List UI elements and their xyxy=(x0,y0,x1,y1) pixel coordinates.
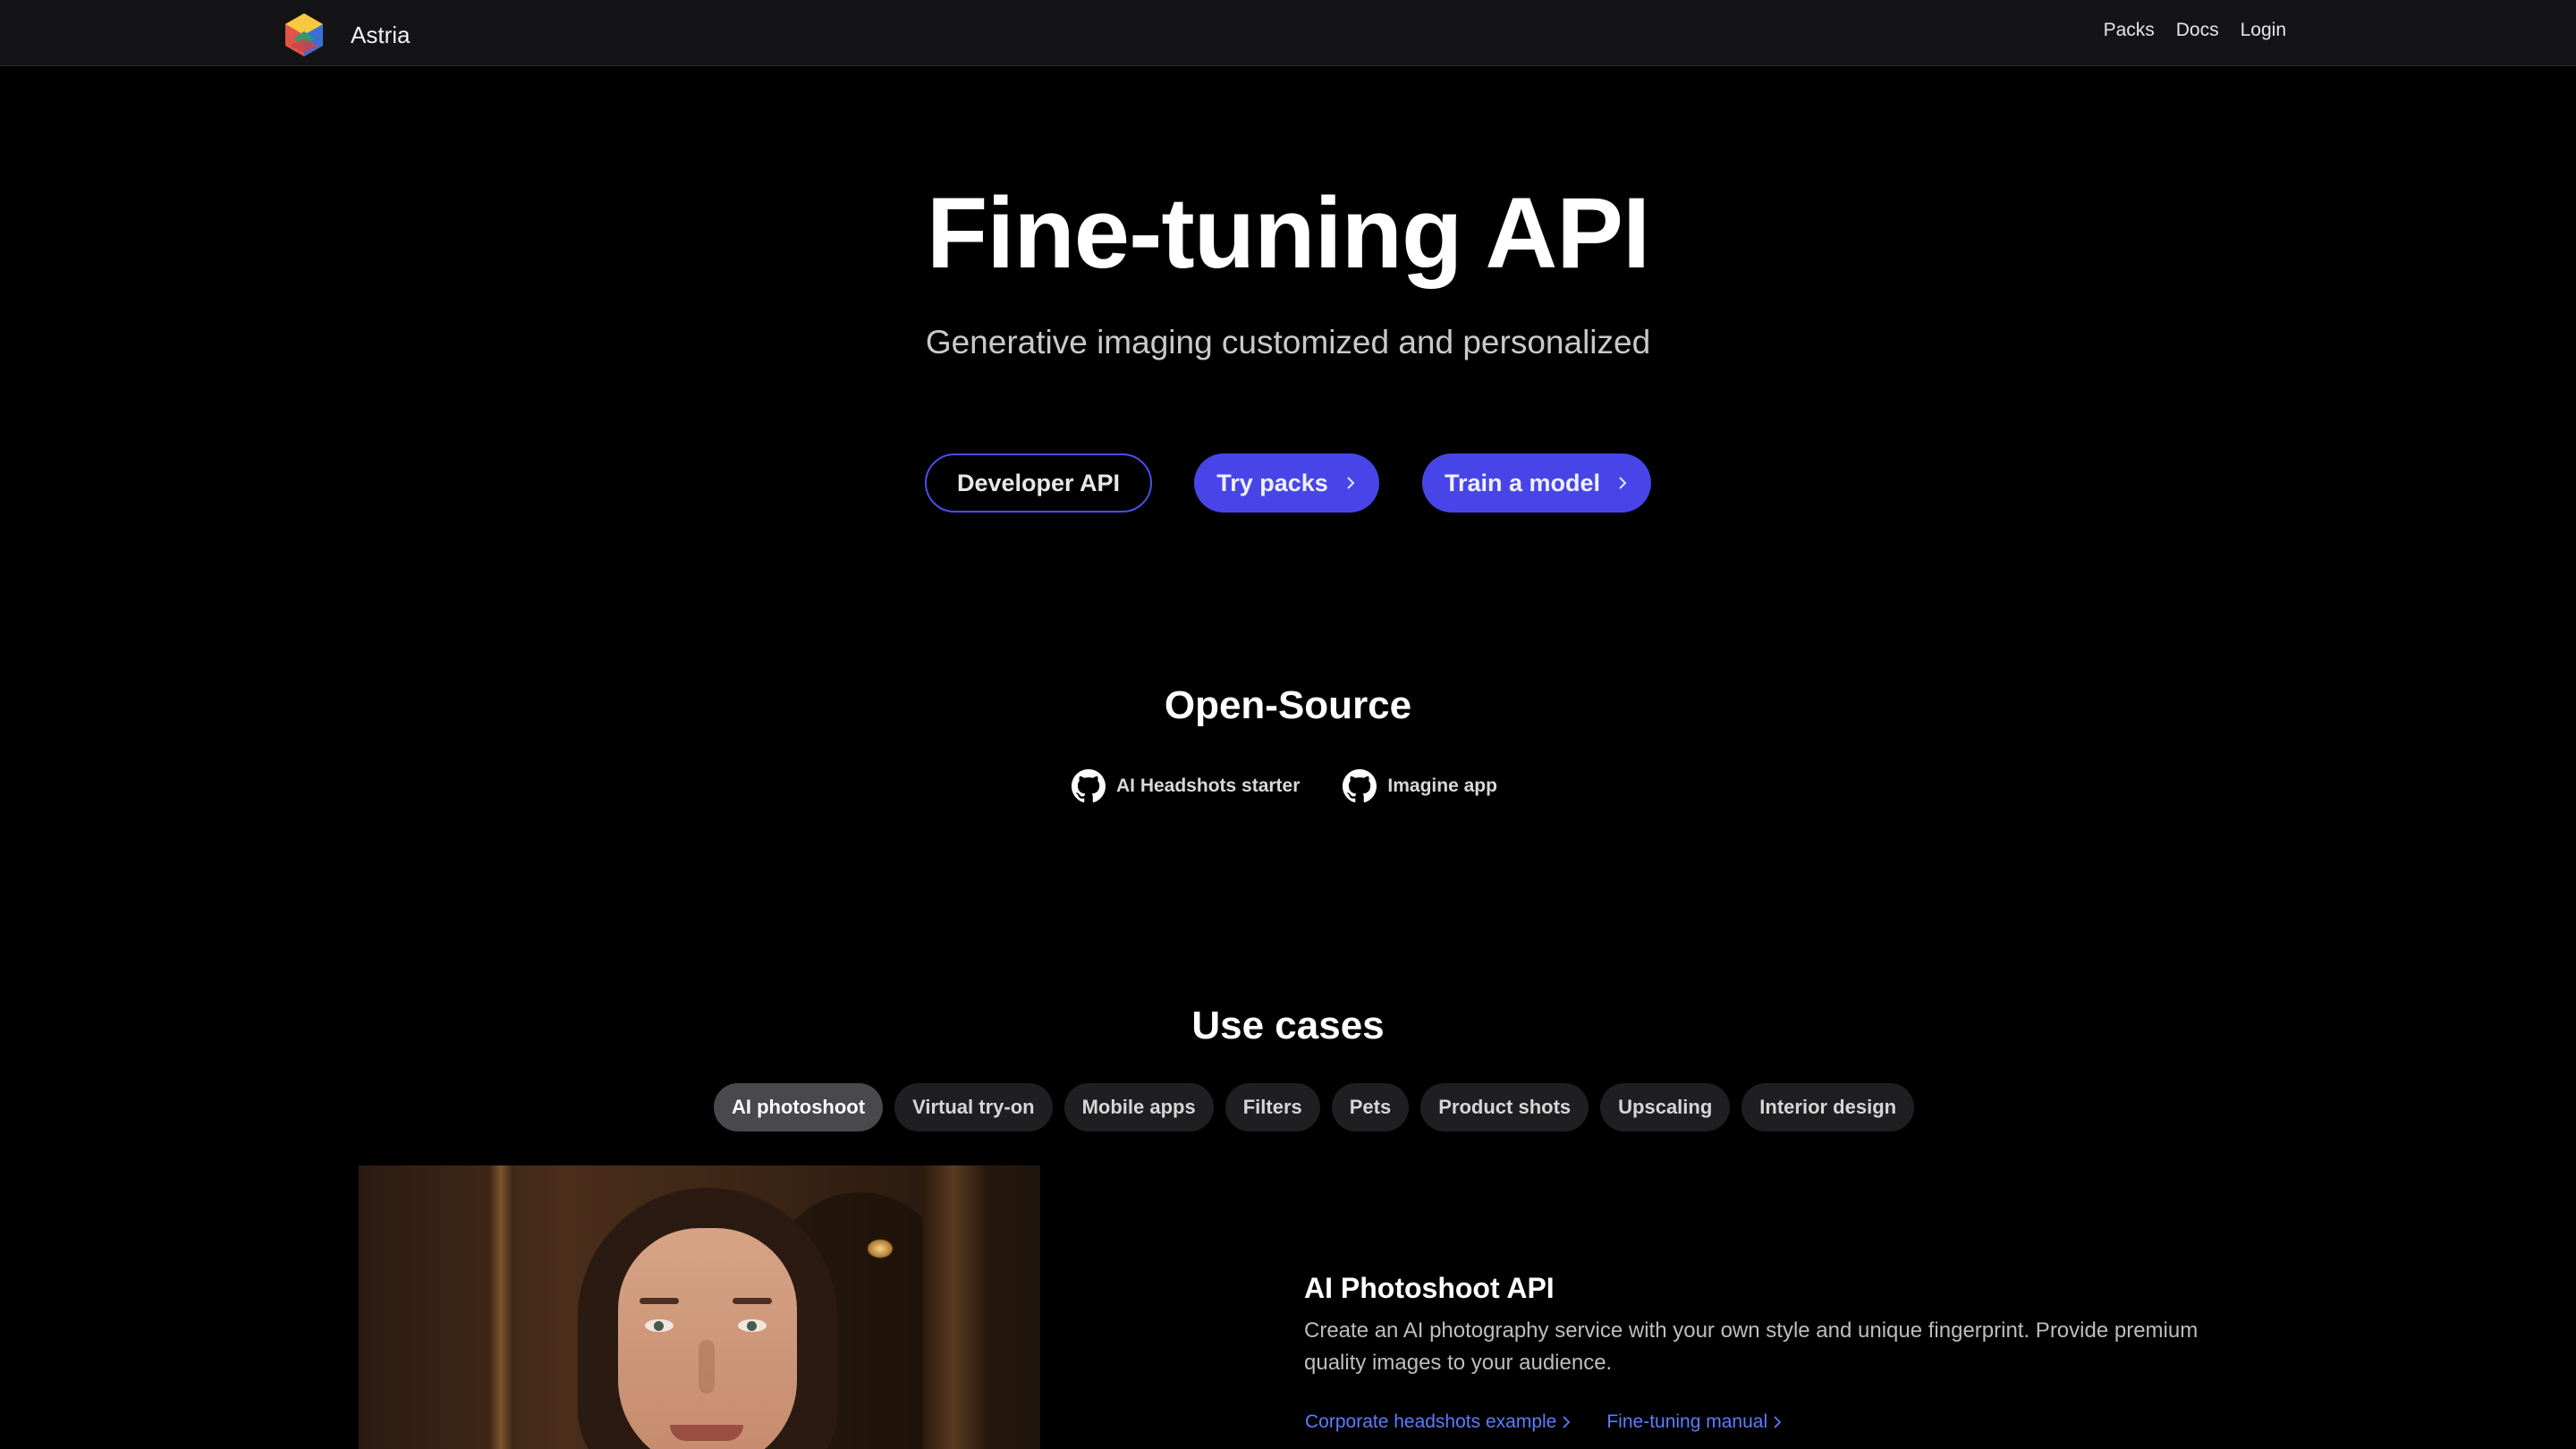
chevron-right-icon xyxy=(1619,477,1627,489)
portrait-face xyxy=(618,1228,797,1449)
nav-packs[interactable]: Packs xyxy=(2104,20,2155,41)
portrait-nose xyxy=(699,1340,715,1394)
tab-pets[interactable]: Pets xyxy=(1331,1083,1410,1131)
chevron-right-icon xyxy=(1347,477,1355,489)
background-pillar xyxy=(922,1165,985,1449)
brand-name: Astria xyxy=(351,21,411,48)
imagine-app-label: Imagine app xyxy=(1387,775,1497,796)
ai-headshots-starter-label: AI Headshots starter xyxy=(1116,775,1301,796)
portrait-brow xyxy=(640,1298,679,1304)
train-model-button[interactable]: Train a model xyxy=(1422,453,1651,513)
background-pillar xyxy=(488,1165,513,1449)
astria-logo-icon xyxy=(285,13,323,56)
use-case-links: Corporate headshots example Fine-tuning … xyxy=(1305,1411,1782,1433)
use-case-description: Create an AI photography service with yo… xyxy=(1304,1318,2199,1375)
brand[interactable]: Astria xyxy=(281,12,410,58)
hero-subtitle: Generative imaging customized and person… xyxy=(925,324,1651,360)
portrait-eye xyxy=(645,1319,674,1332)
use-case-heading: AI Photoshoot API xyxy=(1304,1272,1555,1304)
tab-upscaling[interactable]: Upscaling xyxy=(1600,1083,1731,1131)
ai-photoshoot-example-image xyxy=(359,1165,1040,1449)
top-navbar: Astria Packs Docs Login xyxy=(0,0,2576,66)
tab-product-shots[interactable]: Product shots xyxy=(1420,1083,1589,1131)
background-lamp xyxy=(867,1239,894,1258)
open-source-title: Open-Source xyxy=(1164,683,1412,727)
ai-headshots-starter-link[interactable]: AI Headshots starter xyxy=(1072,769,1300,803)
github-icon xyxy=(1343,769,1377,803)
tab-ai-photoshoot[interactable]: AI photoshoot xyxy=(714,1083,884,1131)
chevron-right-icon xyxy=(1774,1416,1782,1428)
fine-tuning-manual-label: Fine-tuning manual xyxy=(1606,1411,1768,1432)
use-case-tabs: AI photoshoot Virtual try-on Mobile apps… xyxy=(714,1083,1915,1131)
use-cases-title: Use cases xyxy=(1191,1004,1385,1047)
corporate-headshots-example-label: Corporate headshots example xyxy=(1305,1411,1557,1432)
hero-title: Fine-tuning API xyxy=(926,177,1650,289)
try-packs-button[interactable]: Try packs xyxy=(1194,453,1379,513)
train-model-label: Train a model xyxy=(1444,469,1601,496)
tab-virtual-try-on[interactable]: Virtual try-on xyxy=(894,1083,1053,1131)
portrait-mouth xyxy=(670,1425,743,1441)
fine-tuning-manual-link[interactable]: Fine-tuning manual xyxy=(1606,1411,1782,1433)
github-icon xyxy=(1072,769,1106,803)
portrait-eye xyxy=(738,1319,767,1332)
nav-docs[interactable]: Docs xyxy=(2176,20,2219,41)
top-nav: Packs Docs Login xyxy=(2104,20,2286,41)
chevron-right-icon xyxy=(1563,1416,1571,1428)
open-source-links: AI Headshots starter Imagine app xyxy=(1072,769,1497,803)
portrait-brow xyxy=(733,1298,772,1304)
nav-login[interactable]: Login xyxy=(2241,20,2286,41)
imagine-app-link[interactable]: Imagine app xyxy=(1343,769,1497,803)
tab-mobile-apps[interactable]: Mobile apps xyxy=(1063,1083,1214,1131)
developer-api-label: Developer API xyxy=(956,469,1121,496)
tab-filters[interactable]: Filters xyxy=(1224,1083,1320,1131)
tab-interior-design[interactable]: Interior design xyxy=(1741,1083,1915,1131)
developer-api-button[interactable]: Developer API xyxy=(925,453,1152,513)
corporate-headshots-example-link[interactable]: Corporate headshots example xyxy=(1305,1411,1571,1433)
try-packs-label: Try packs xyxy=(1216,469,1328,496)
